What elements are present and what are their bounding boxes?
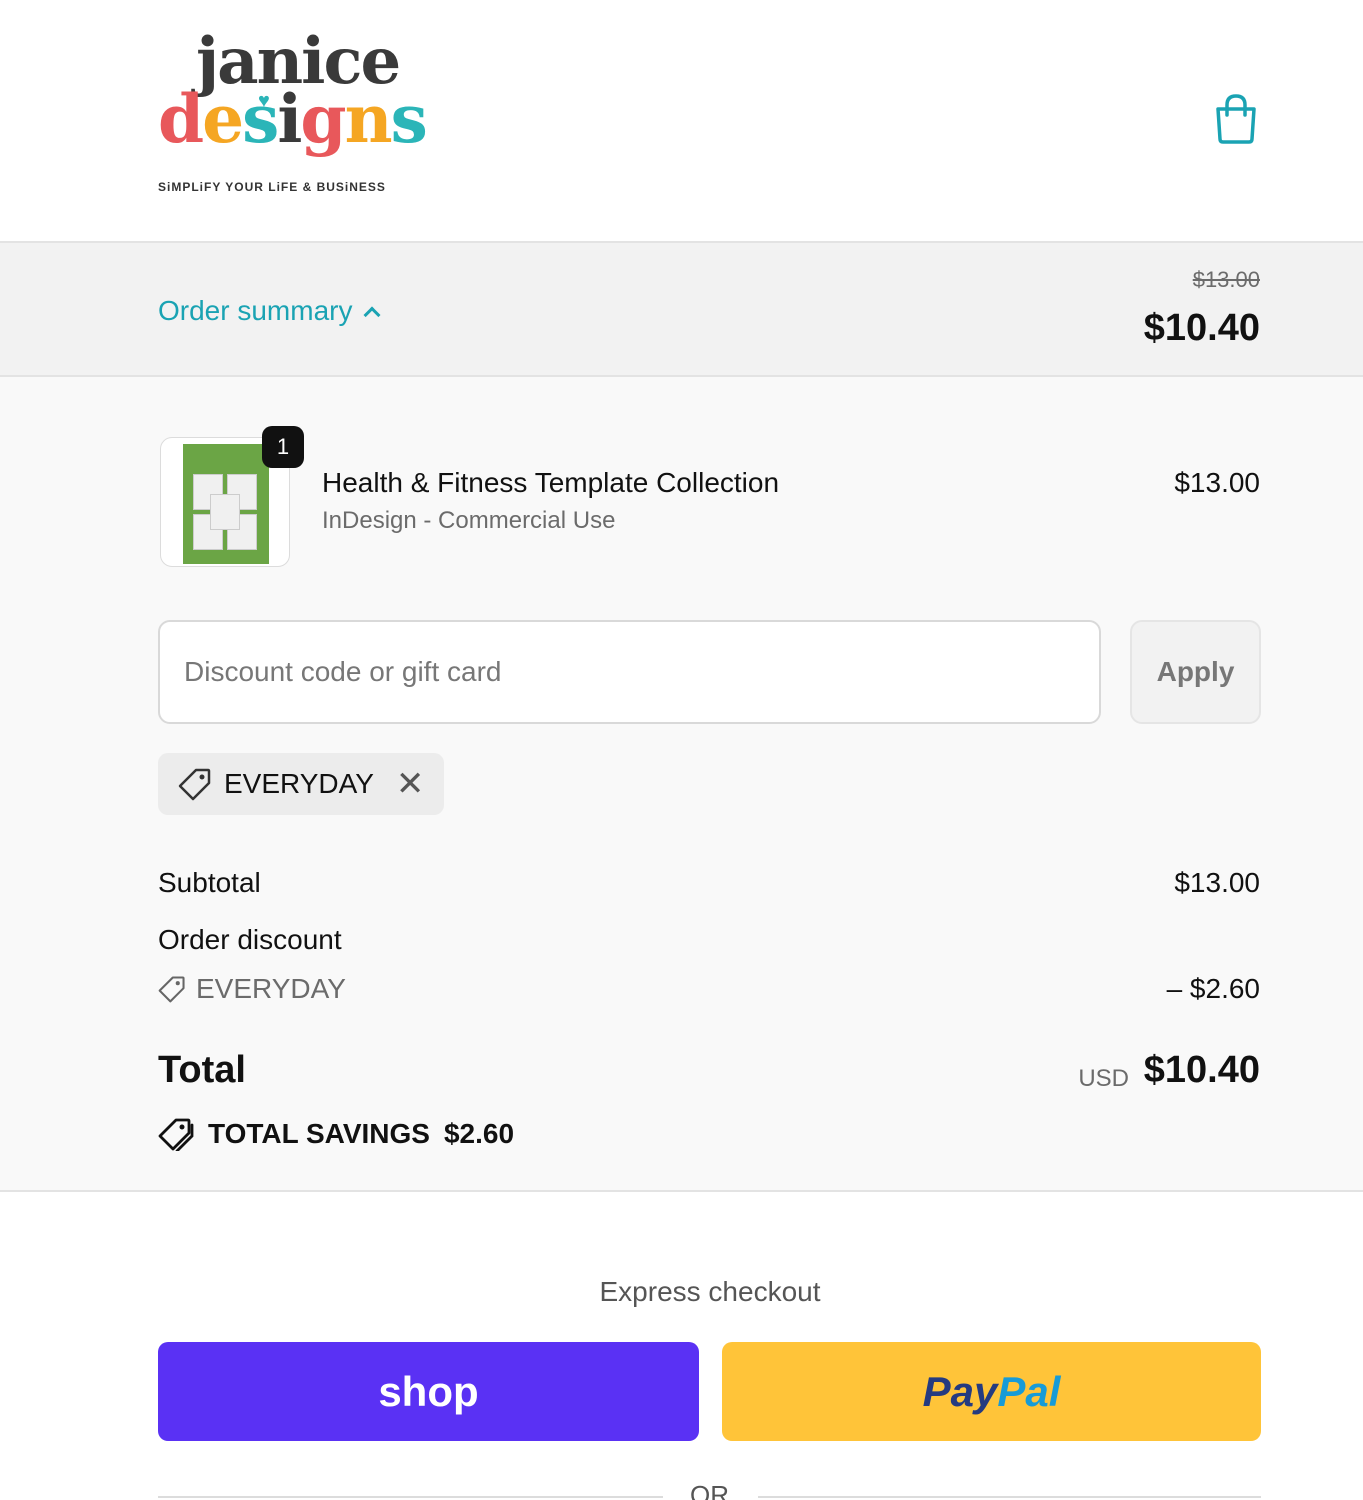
apply-discount-button[interactable]: Apply (1130, 620, 1261, 724)
discount-code-input[interactable] (158, 620, 1101, 724)
product-image (183, 444, 269, 564)
order-summary-panel: 1 Health & Fitness Template Collection I… (0, 377, 1363, 1192)
summary-price: $10.40 (1143, 307, 1260, 349)
or-separator: OR (690, 1480, 729, 1500)
applied-discount-chip: EVERYDAY ✕ (158, 753, 445, 815)
order-discount-value: – $2.60 (1166, 973, 1260, 1004)
order-discount-label: Order discount (158, 924, 342, 955)
order-discount-code-text: EVERYDAY (196, 973, 346, 1004)
site-header: janice ♥ designs SiMPLiFY YOUR LiFE & BU… (0, 0, 1363, 243)
order-discount-code: EVERYDAY (158, 973, 346, 1005)
tag-icon (178, 768, 211, 801)
subtotal-label: Subtotal (158, 867, 261, 898)
total-label: Total (158, 1049, 246, 1091)
total-value: $10.40 (1143, 1049, 1260, 1091)
logo-word-designs: designs (158, 80, 428, 158)
product-name: Health & Fitness Template Collection (322, 467, 780, 498)
cart-button[interactable] (1212, 93, 1260, 145)
order-summary-toggle[interactable]: Order summary (158, 295, 381, 327)
order-summary-bar: Order summary $13.00 $10.40 (0, 243, 1363, 377)
paypal-button[interactable]: PayPal (722, 1342, 1261, 1441)
logo-tagline: SiMPLiFY YOUR LiFE & BUSiNESS (158, 180, 386, 194)
applied-code-text: EVERYDAY (224, 768, 374, 799)
paypal-logo-pay: Pay (922, 1367, 998, 1415)
divider (158, 1496, 663, 1498)
subtotal-value: $13.00 (1174, 867, 1260, 898)
express-checkout-label: Express checkout (599, 1276, 821, 1307)
quantity-badge: 1 (262, 426, 304, 468)
order-summary-label: Order summary (158, 295, 353, 326)
original-price: $13.00 (1192, 267, 1260, 292)
brand-logo[interactable]: janice ♥ designs SiMPLiFY YOUR LiFE & BU… (158, 30, 428, 200)
divider (758, 1496, 1261, 1498)
paypal-logo-pal: Pal (997, 1367, 1061, 1415)
total-savings-label: TOTAL SAVINGS (208, 1118, 430, 1149)
remove-discount-icon[interactable]: ✕ (396, 767, 425, 801)
total-savings-value: $2.60 (443, 1118, 515, 1149)
shopping-bag-icon (1216, 94, 1256, 144)
product-thumbnail: 1 (160, 426, 304, 567)
tags-icon (158, 1118, 194, 1151)
chevron-up-icon (363, 306, 381, 324)
product-price: $13.00 (1174, 467, 1260, 498)
total-savings: TOTAL SAVINGS $2.60 (158, 1117, 514, 1151)
currency-code: USD (1078, 1065, 1129, 1092)
shop-pay-button[interactable]: shop (158, 1342, 699, 1441)
product-variant: InDesign - Commercial Use (322, 507, 616, 534)
tag-icon (158, 976, 185, 1003)
